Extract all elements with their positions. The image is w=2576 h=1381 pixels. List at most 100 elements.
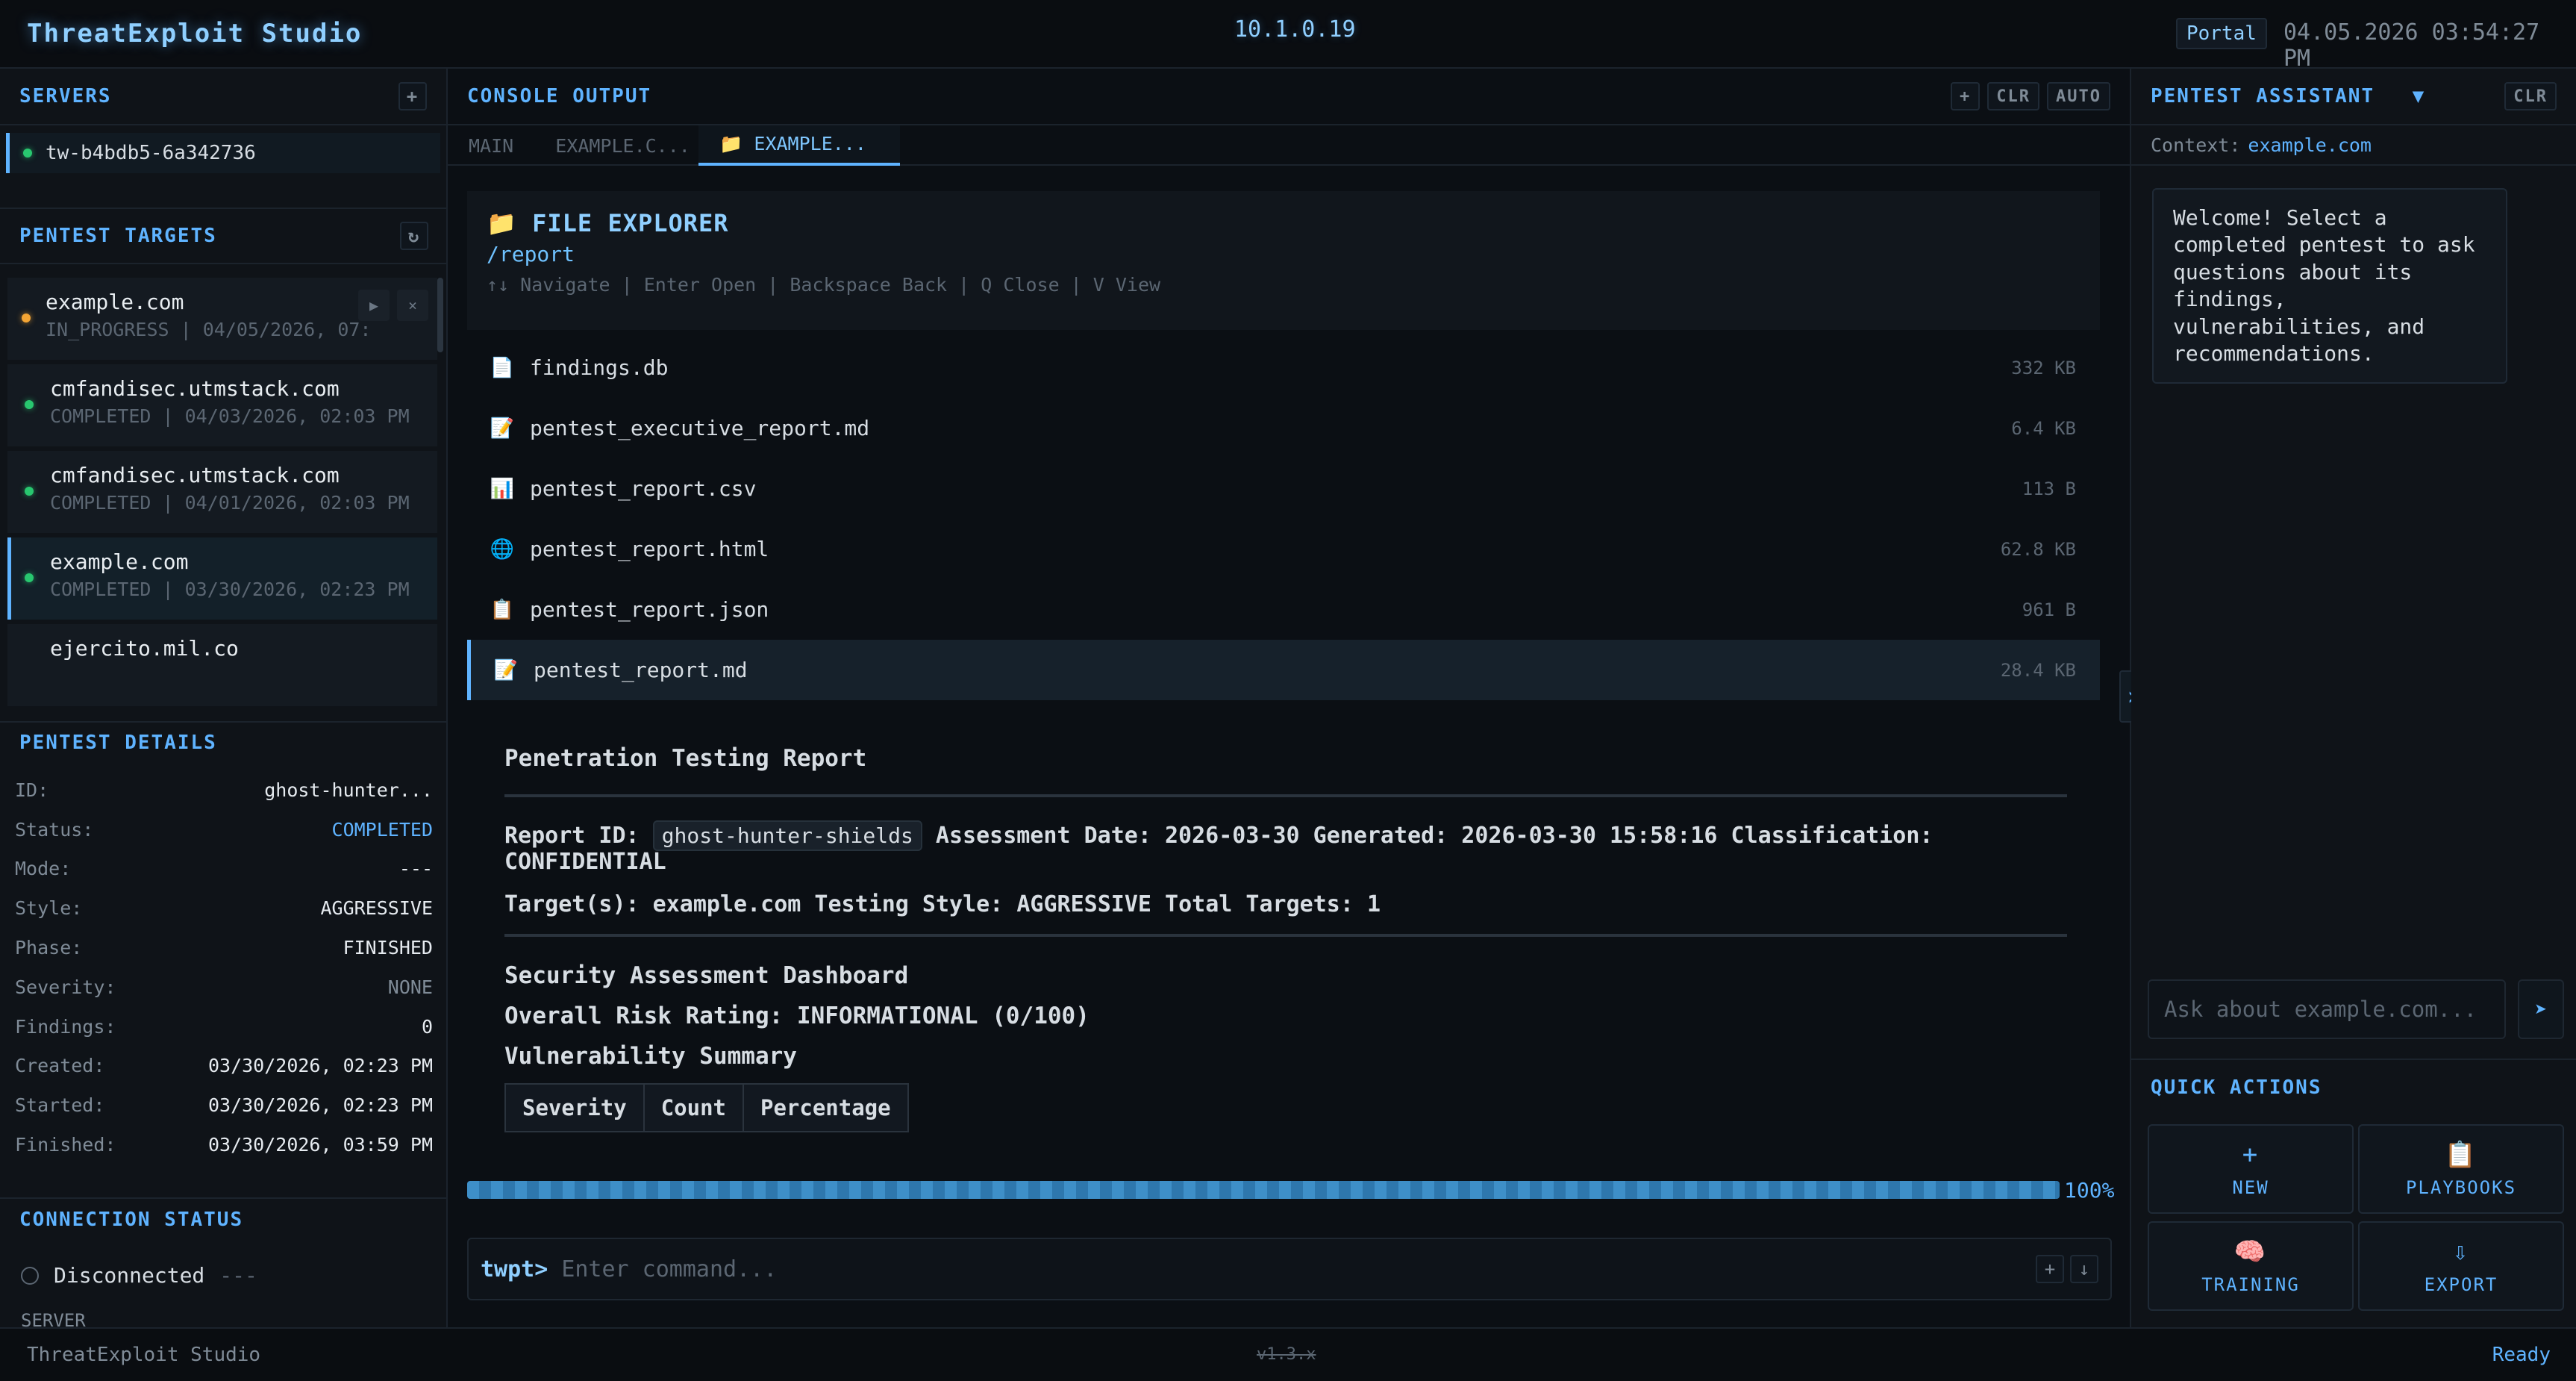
dropdown-icon[interactable]: ▼ (2413, 85, 2426, 107)
file-size: 6.4 KB (2011, 417, 2076, 439)
detail-row-severity: Severity: NONE (15, 976, 433, 998)
add-server-button[interactable]: + (398, 82, 427, 110)
servers-header: SERVERS + (0, 69, 446, 125)
target-item[interactable]: example.com IN_PROGRESS | 04/05/2026, 07… (7, 278, 437, 360)
servers-title: SERVERS (19, 85, 112, 107)
in-progress-dot (22, 314, 31, 322)
tab-main[interactable]: MAIN (448, 125, 534, 166)
divider (504, 934, 2067, 937)
tab-example-console[interactable]: EXAMPLE.C... (534, 125, 698, 166)
context-value: example.com (2248, 134, 2372, 156)
file-name: findings.db (530, 355, 669, 380)
file-item-selected[interactable]: 📝 pentest_report.md 28.4 KB (467, 640, 2100, 700)
command-prompt: twpt> (481, 1256, 548, 1282)
target-name: cmfandisec.utmstack.com (50, 376, 340, 401)
target-item[interactable]: ejercito.mil.co (7, 624, 437, 706)
dashboard-title: Security Assessment Dashboard (504, 962, 909, 989)
completed-dot (25, 573, 34, 582)
connection-title: CONNECTION STATUS (19, 1209, 244, 1231)
export-button[interactable]: ⇩ EXPORT (2358, 1221, 2564, 1311)
report-id-badge: ghost-hunter-shields (652, 820, 922, 851)
file-size: 332 KB (2011, 357, 2076, 378)
explorer-title: 📁 FILE EXPLORER (487, 209, 729, 237)
detail-row-started: Started: 03/30/2026, 02:23 PM (15, 1094, 433, 1117)
targets-list: example.com IN_PROGRESS | 04/05/2026, 07… (0, 278, 448, 721)
tab-example-explorer[interactable]: 📁 EXAMPLE... (698, 125, 901, 166)
clipboard-icon: 📋 (490, 598, 515, 621)
datetime: 04.05.2026 03:54:27 PM (2283, 19, 2540, 72)
detail-row-id: ID: ghost-hunter... (15, 779, 433, 801)
details-title: PENTEST DETAILS (19, 732, 217, 754)
chart-icon: 📊 (490, 477, 515, 500)
file-item[interactable]: 📝 pentest_executive_report.md 6.4 KB (467, 398, 2100, 458)
playbooks-button[interactable]: 📋 PLAYBOOKS (2358, 1124, 2564, 1214)
new-button[interactable]: + NEW (2148, 1124, 2354, 1214)
online-status-dot (23, 149, 32, 158)
detail-row-finished: Finished: 03/30/2026, 03:59 PM (15, 1134, 433, 1156)
close-icon[interactable]: × (397, 290, 428, 321)
vulnerability-table: Severity Count Percentage (504, 1083, 909, 1132)
file-item[interactable]: 🌐 pentest_report.html 62.8 KB (467, 519, 2100, 579)
assistant-header: PENTEST ASSISTANT ▼ CLR (2131, 69, 2576, 125)
target-name: ejercito.mil.co (50, 636, 239, 661)
divider (504, 794, 2067, 797)
auto-scroll-button[interactable]: AUTO (2047, 82, 2110, 110)
assistant-context: Context: example.com (2131, 125, 2576, 166)
detail-row-findings: Findings: 0 (15, 1015, 433, 1038)
console-panel: CONSOLE OUTPUT + CLR AUTO MAIN EXAMPLE.C… (448, 69, 2131, 1327)
markdown-icon: 📝 (493, 658, 519, 682)
portal-button[interactable]: Portal (2176, 18, 2267, 49)
refresh-icon[interactable]: ↻ (400, 222, 428, 250)
globe-icon: 🌐 (490, 537, 515, 561)
file-name: pentest_executive_report.md (530, 416, 870, 440)
training-button[interactable]: 🧠 TRAINING (2148, 1221, 2354, 1311)
col-count: Count (643, 1083, 745, 1132)
add-console-button[interactable]: + (1951, 82, 1981, 110)
download-icon[interactable]: ↓ (2070, 1255, 2098, 1283)
play-icon[interactable]: ▶ (358, 290, 390, 321)
command-input[interactable] (560, 1255, 2028, 1283)
target-name: example.com (50, 549, 189, 574)
target-item-selected[interactable]: example.com COMPLETED | 03/30/2026, 02:2… (7, 537, 437, 620)
pentest-details: PENTEST DETAILS ID: ghost-hunter... Statu… (0, 721, 448, 1165)
col-severity: Severity (504, 1083, 645, 1132)
console-title: CONSOLE OUTPUT (467, 85, 652, 107)
file-item[interactable]: 📋 pentest_report.json 961 B (467, 579, 2100, 640)
ask-input[interactable] (2163, 996, 2491, 1023)
target-meta: COMPLETED | 04/03/2026, 02:03 PM (50, 405, 410, 427)
file-name: pentest_report.md (534, 658, 748, 682)
connection-status: CONNECTION STATUS Disconnected --- SERVE… (0, 1197, 448, 1360)
app-brand: ThreatExploit Studio (27, 19, 363, 49)
target-item[interactable]: cmfandisec.utmstack.com COMPLETED | 04/0… (7, 451, 437, 533)
brain-icon: 🧠 (2233, 1237, 2268, 1267)
server-ip: 10.1.0.19 (1234, 16, 1356, 43)
top-bar: ThreatExploit Studio 10.1.0.19 Portal 04… (0, 0, 2576, 72)
send-icon[interactable]: ➤ (2518, 979, 2564, 1039)
status-bar: ThreatExploit Studio v1.3.x Ready (0, 1327, 2576, 1381)
clear-console-button[interactable]: CLR (1987, 82, 2040, 110)
file-name: pentest_report.html (530, 537, 769, 561)
connection-header: CONNECTION STATUS (0, 1199, 448, 1241)
progress-percent: 100% (2064, 1178, 2115, 1203)
status-version: v1.3.x (1257, 1345, 1316, 1364)
assistant-title: PENTEST ASSISTANT (2151, 85, 2375, 107)
file-size: 961 B (2022, 599, 2076, 620)
server-item-label: tw-b4bdb5-6a342736 (46, 142, 256, 164)
targets-scrollbar[interactable] (437, 278, 443, 352)
file-item[interactable]: 📄 findings.db 332 KB (467, 337, 2100, 398)
detail-row-created: Created: 03/30/2026, 02:23 PM (15, 1055, 433, 1077)
explorer-hint: ↑↓ Navigate | Enter Open | Backspace Bac… (487, 274, 1161, 296)
target-item[interactable]: cmfandisec.utmstack.com COMPLETED | 04/0… (7, 364, 437, 446)
detail-row-mode: Mode: --- (15, 858, 433, 880)
target-meta: IN_PROGRESS | 04/05/2026, 07:... (46, 319, 374, 340)
server-item[interactable]: tw-b4bdb5-6a342736 (6, 133, 440, 173)
detail-row-style: Style: AGGRESSIVE (15, 897, 433, 920)
details-header: PENTEST DETAILS (0, 721, 448, 763)
file-explorer: 📁 FILE EXPLORER /report ↑↓ Navigate | En… (467, 191, 2100, 330)
file-item[interactable]: 📊 pentest_report.csv 113 B (467, 458, 2100, 519)
file-size: 62.8 KB (2000, 538, 2076, 560)
add-icon[interactable]: + (2036, 1255, 2064, 1283)
target-meta: COMPLETED | 04/01/2026, 02:03 PM (50, 492, 410, 514)
clear-assistant-button[interactable]: CLR (2504, 82, 2557, 110)
summary-title: Vulnerability Summary (504, 1043, 797, 1070)
